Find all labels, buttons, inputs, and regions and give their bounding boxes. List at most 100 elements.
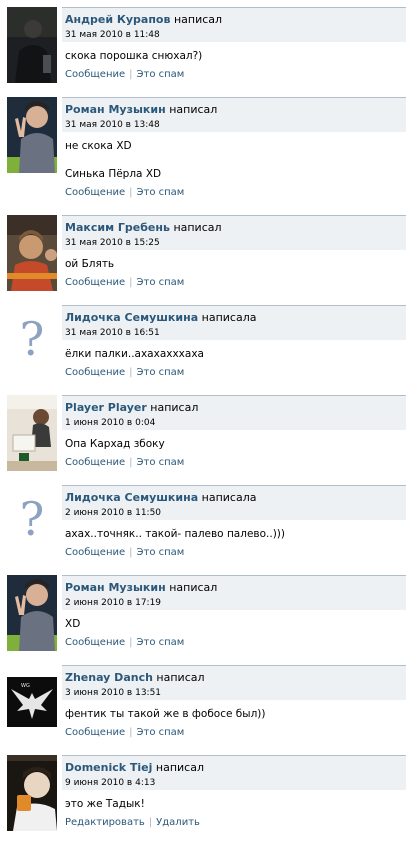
- author-name-link[interactable]: Роман Музыкин: [65, 103, 166, 116]
- avatar[interactable]: ?: [7, 485, 57, 561]
- message-line: Опа Кархад збоку: [65, 438, 165, 450]
- post-message: Опа Кархад збоку: [65, 436, 406, 452]
- post-header-line: Роман Музыкин написал: [65, 103, 217, 116]
- edit-link[interactable]: Редактировать: [65, 817, 145, 828]
- post-header-line: Zhenay Danch написал: [65, 671, 205, 684]
- post-message: не скока XD Синька Пёрла XD: [65, 138, 406, 182]
- message-link[interactable]: Сообщение: [65, 69, 125, 80]
- post-message: фентик ты такой же в фобосе был)): [65, 706, 406, 722]
- message-gap: [65, 154, 406, 166]
- svg-text:?: ?: [20, 312, 45, 366]
- message-link[interactable]: Сообщение: [65, 367, 125, 378]
- action-separator: |: [129, 637, 133, 648]
- post-actions: Сообщение | Это спам: [65, 367, 406, 378]
- message-line: это же Тадык!: [65, 798, 145, 810]
- question-mark-icon: ?: [7, 485, 57, 561]
- post-header-line: Лидочка Семушкина написала: [65, 311, 256, 324]
- message-link[interactable]: Сообщение: [65, 277, 125, 288]
- post-actions: Сообщение | Это спам: [65, 547, 406, 558]
- question-mark-icon: ?: [7, 305, 57, 381]
- post-verb: написал: [173, 13, 223, 26]
- post-body: Player Player написал 1 июня 2010 в 0:04 О…: [62, 395, 406, 468]
- post-verb: написала: [201, 491, 257, 504]
- post-header-line: Player Player написал: [65, 401, 198, 414]
- action-separator: |: [129, 547, 133, 558]
- avatar-image: [7, 215, 57, 291]
- avatar-image: [7, 755, 57, 831]
- avatar[interactable]: [7, 215, 57, 291]
- report-spam-link[interactable]: Это спам: [137, 457, 185, 468]
- svg-text:?: ?: [20, 492, 45, 546]
- avatar[interactable]: [7, 97, 57, 173]
- post-date: 9 июня 2010 в 4:13: [65, 778, 156, 788]
- message-line: ёлки палки..ахахахххаха: [65, 348, 204, 360]
- post-header: Лидочка Семушкина написала 31 мая 2010 в …: [62, 305, 406, 340]
- post-verb: написал: [155, 761, 204, 774]
- report-spam-link[interactable]: Это спам: [137, 187, 185, 198]
- post-header-line: Роман Музыкин написал: [65, 581, 217, 594]
- post-date: 31 мая 2010 в 13:48: [65, 120, 160, 130]
- post-verb: написал: [150, 401, 199, 414]
- avatar[interactable]: [7, 7, 57, 83]
- post-date: 31 мая 2010 в 16:51: [65, 328, 160, 338]
- avatar[interactable]: WG: [7, 665, 57, 741]
- post-date: 31 мая 2010 в 11:48: [65, 30, 160, 40]
- avatar-image: [7, 97, 57, 173]
- author-name-link[interactable]: Андрей Курапов: [65, 13, 170, 26]
- post-header: Максим Гребень написал 31 мая 2010 в 15:2…: [62, 215, 406, 250]
- author-name-link[interactable]: Лидочка Семушкина: [65, 311, 198, 324]
- author-name-link[interactable]: Player Player: [65, 401, 147, 414]
- message-link[interactable]: Сообщение: [65, 187, 125, 198]
- author-name-link[interactable]: Роман Музыкин: [65, 581, 166, 594]
- author-name-link[interactable]: Максим Гребень: [65, 221, 170, 234]
- avatar-image: [7, 575, 57, 651]
- post-actions: Редактировать | Удалить: [65, 817, 406, 828]
- post-actions: Сообщение | Это спам: [65, 637, 406, 648]
- post-actions: Сообщение | Это спам: [65, 187, 406, 198]
- author-name-link[interactable]: Zhenay Danch: [65, 671, 153, 684]
- post-actions: Сообщение | Это спам: [65, 277, 406, 288]
- post-message: ахах..точняк.. такой- палево палево..))): [65, 526, 406, 542]
- post-body: Максим Гребень написал 31 мая 2010 в 15:2…: [62, 215, 406, 288]
- avatar[interactable]: [7, 395, 57, 471]
- message-link[interactable]: Сообщение: [65, 727, 125, 738]
- post-body: Domenick Tiej написал 9 июня 2010 в 4:13 э…: [62, 755, 406, 828]
- avatar[interactable]: [7, 755, 57, 831]
- action-separator: |: [129, 457, 133, 468]
- avatar[interactable]: ?: [7, 305, 57, 381]
- report-spam-link[interactable]: Это спам: [137, 277, 185, 288]
- post-actions: Сообщение | Это спам: [65, 457, 406, 468]
- author-name-link[interactable]: Domenick Tiej: [65, 761, 152, 774]
- message-line: фентик ты такой же в фобосе был)): [65, 708, 266, 720]
- message-line: не скока XD: [65, 140, 132, 152]
- post-message: ой Блять: [65, 256, 406, 272]
- post-message: это же Тадык!: [65, 796, 406, 812]
- report-spam-link[interactable]: Это спам: [137, 547, 185, 558]
- message-line: Синька Пёрла XD: [65, 168, 162, 180]
- author-name-link[interactable]: Лидочка Семушкина: [65, 491, 198, 504]
- post-header-line: Domenick Tiej написал: [65, 761, 204, 774]
- message-line: ахах..точняк.. такой- палево палево..))): [65, 528, 285, 540]
- message-line: скока порошка снюхал?): [65, 50, 203, 62]
- post-verb: написал: [173, 221, 222, 234]
- post-date: 31 мая 2010 в 15:25: [65, 238, 160, 248]
- message-link[interactable]: Сообщение: [65, 547, 125, 558]
- delete-link[interactable]: Удалить: [156, 817, 200, 828]
- post-header: Player Player написал 1 июня 2010 в 0:04: [62, 395, 406, 430]
- post-header: Роман Музыкин написал 31 мая 2010 в 13:48: [62, 97, 406, 132]
- report-spam-link[interactable]: Это спам: [137, 69, 185, 80]
- avatar-image: WG: [7, 665, 57, 741]
- post-verb: написал: [169, 581, 218, 594]
- message-line: XD: [65, 618, 81, 630]
- avatar[interactable]: [7, 575, 57, 651]
- post-date: 2 июня 2010 в 11:50: [65, 508, 162, 518]
- message-link[interactable]: Сообщение: [65, 457, 125, 468]
- message-link[interactable]: Сообщение: [65, 637, 125, 648]
- post-verb: написал: [169, 103, 218, 116]
- report-spam-link[interactable]: Это спам: [137, 727, 185, 738]
- post-header-line: Андрей Курапов написал: [65, 13, 222, 26]
- report-spam-link[interactable]: Это спам: [137, 367, 185, 378]
- post-actions: Сообщение | Это спам: [65, 727, 406, 738]
- post-body: Роман Музыкин написал 2 июня 2010 в 17:19…: [62, 575, 406, 648]
- report-spam-link[interactable]: Это спам: [137, 637, 185, 648]
